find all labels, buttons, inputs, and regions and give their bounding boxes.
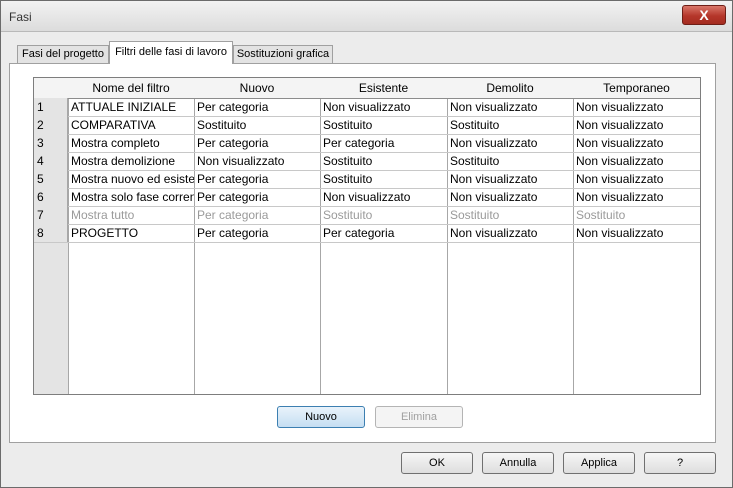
tab-label: Fasi del progetto	[22, 48, 104, 60]
tab-fasi-del-progetto[interactable]: Fasi del progetto	[17, 45, 109, 64]
filter-name-cell[interactable]: COMPARATIVA	[68, 116, 194, 134]
temporaneo-cell[interactable]: Non visualizzato	[573, 134, 700, 152]
row-number[interactable]: 2	[34, 116, 68, 134]
esistente-cell[interactable]: Sostituito	[320, 116, 447, 134]
nuovo-cell[interactable]: Per categoria	[194, 134, 320, 152]
column-header-nome[interactable]: Nome del filtro	[68, 78, 194, 98]
esistente-cell[interactable]: Per categoria	[320, 134, 447, 152]
nuovo-cell[interactable]: Sostituito	[194, 116, 320, 134]
filter-name-cell[interactable]: PROGETTO	[68, 224, 194, 242]
nuovo-cell[interactable]: Non visualizzato	[194, 152, 320, 170]
demolito-cell: Sostituito	[450, 208, 500, 222]
ok-button[interactable]: OK	[401, 452, 473, 474]
esistente-cell[interactable]: Non visualizzato	[320, 188, 447, 206]
cancel-button[interactable]: Annulla	[482, 452, 554, 474]
esistente-cell[interactable]: Non visualizzato	[320, 98, 447, 116]
temporaneo-cell[interactable]: Non visualizzato	[573, 152, 700, 170]
table-row[interactable]: 1 ATTUALE INIZIALE Per categoria Non vis…	[34, 98, 700, 117]
esistente-cell[interactable]: Per categoria	[320, 224, 447, 242]
temporaneo-cell[interactable]: Non visualizzato	[573, 224, 700, 242]
table-header: Nome del filtro Nuovo Esistente Demolito…	[34, 78, 700, 99]
tab-filtri-fasi-lavoro[interactable]: Filtri delle fasi di lavoro	[109, 41, 233, 64]
demolito-cell[interactable]: Non visualizzato	[447, 98, 573, 116]
table-row[interactable]: 3 Mostra completo Per categoria Per cate…	[34, 134, 700, 153]
row-number[interactable]: 1	[34, 98, 68, 116]
filter-name-cell[interactable]: Mostra nuovo ed esiste	[68, 170, 194, 188]
tab-label: Sostituzioni grafica	[236, 48, 330, 60]
nuovo-cell[interactable]: Per categoria	[194, 188, 320, 206]
table-row[interactable]: 4 Mostra demolizione Non visualizzato So…	[34, 152, 700, 171]
demolito-cell[interactable]: Non visualizzato	[447, 188, 573, 206]
nuovo-cell[interactable]: Per categoria	[194, 170, 320, 188]
close-icon: X	[699, 7, 709, 23]
row-number[interactable]: 5	[34, 170, 68, 188]
row-number[interactable]: 6	[34, 188, 68, 206]
phase-filters-table[interactable]: Nome del filtro Nuovo Esistente Demolito…	[33, 77, 701, 395]
row-number[interactable]: 8	[34, 224, 68, 242]
tab-label: Filtri delle fasi di lavoro	[115, 46, 227, 58]
column-header-esistente[interactable]: Esistente	[320, 78, 447, 98]
table-row[interactable]: 8 PROGETTO Per categoria Per categoria N…	[34, 224, 700, 243]
filter-name-cell[interactable]: Mostra solo fase corren	[68, 188, 194, 206]
column-header-nuovo[interactable]: Nuovo	[194, 78, 320, 98]
help-button[interactable]: ?	[644, 452, 716, 474]
filter-name-cell[interactable]: ATTUALE INIZIALE	[68, 98, 194, 116]
filter-name-cell[interactable]: Mostra demolizione	[68, 152, 194, 170]
title-bar: Fasi X	[1, 1, 732, 32]
demolito-cell[interactable]: Sostituito	[447, 152, 573, 170]
temporaneo-cell: Sostituito	[576, 208, 626, 222]
table-row[interactable]: 2 COMPARATIVA Sostituito Sostituito Sost…	[34, 116, 700, 135]
row-number[interactable]: 7	[34, 206, 68, 224]
nuovo-cell: Per categoria	[197, 208, 269, 222]
new-filter-button[interactable]: Nuovo	[277, 406, 365, 428]
column-header-demolito[interactable]: Demolito	[447, 78, 573, 98]
apply-button[interactable]: Applica	[563, 452, 635, 474]
demolito-cell[interactable]: Sostituito	[447, 116, 573, 134]
esistente-cell: Sostituito	[323, 208, 373, 222]
filter-name-cell[interactable]: Mostra completo	[68, 134, 194, 152]
temporaneo-cell[interactable]: Non visualizzato	[573, 98, 700, 116]
fasi-dialog: Fasi X Fasi del progetto Filtri delle fa…	[0, 0, 733, 488]
window-title: Fasi	[9, 10, 32, 24]
filter-name-cell: Mostra tutto	[71, 208, 135, 222]
table-row[interactable]: 7 Mostra tutto Per categoria Sostituito …	[34, 206, 700, 225]
tab-sostituzioni-grafica[interactable]: Sostituzioni grafica	[233, 45, 333, 64]
esistente-cell[interactable]: Sostituito	[320, 170, 447, 188]
column-header-temporaneo[interactable]: Temporaneo	[573, 78, 700, 98]
demolito-cell[interactable]: Non visualizzato	[447, 224, 573, 242]
temporaneo-cell[interactable]: Non visualizzato	[573, 116, 700, 134]
nuovo-cell[interactable]: Per categoria	[194, 98, 320, 116]
table-row[interactable]: 6 Mostra solo fase corren Per categoria …	[34, 188, 700, 207]
close-button[interactable]: X	[682, 5, 726, 25]
delete-filter-button[interactable]: Elimina	[375, 406, 463, 428]
row-number[interactable]: 4	[34, 152, 68, 170]
temporaneo-cell[interactable]: Non visualizzato	[573, 188, 700, 206]
row-number[interactable]: 3	[34, 134, 68, 152]
table-row[interactable]: 5 Mostra nuovo ed esiste Per categoria S…	[34, 170, 700, 189]
demolito-cell[interactable]: Non visualizzato	[447, 134, 573, 152]
temporaneo-cell[interactable]: Non visualizzato	[573, 170, 700, 188]
demolito-cell[interactable]: Non visualizzato	[447, 170, 573, 188]
nuovo-cell[interactable]: Per categoria	[194, 224, 320, 242]
esistente-cell[interactable]: Sostituito	[320, 152, 447, 170]
